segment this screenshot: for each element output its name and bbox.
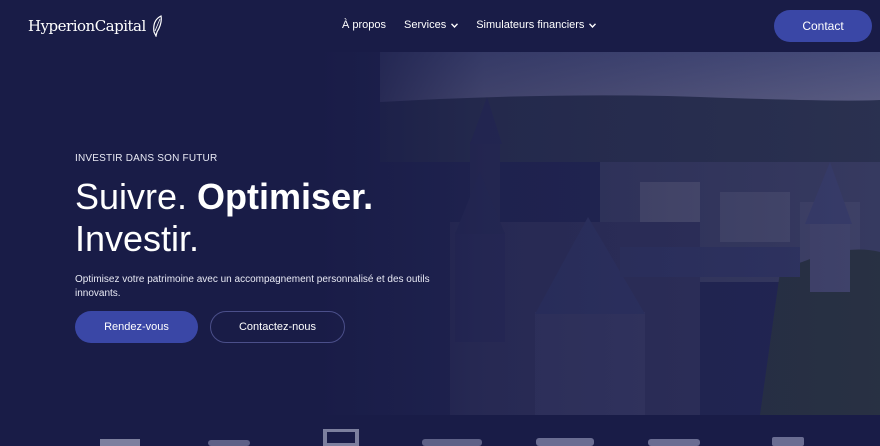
le-point-logo [208,440,250,446]
press-logo-strip [0,415,880,446]
chevron-down-icon [589,22,597,28]
nav-about[interactable]: À propos [342,19,386,31]
hero-section: INVESTIR DANS SON FUTUR Suivre. Optimise… [0,52,880,415]
headline-part2: Investir. [75,218,200,259]
hero-headline: Suivre. Optimiser. Investir. [75,176,373,260]
les-echos-logo [648,439,700,446]
bfm-logo [323,429,359,446]
nav-about-label: À propos [342,19,387,31]
contact-button[interactable]: Contact [774,10,872,42]
headline-part1: Suivre. [75,176,198,217]
brand-logo[interactable]: HyperionCapital [28,15,164,37]
nav-services-label: Services [404,19,447,31]
nav-simulators[interactable]: Simulateurs financiers [476,19,597,31]
navbar: HyperionCapital À propos Services Simula… [0,0,880,52]
headline-bold: Optimiser. [197,176,374,217]
brand-name: HyperionCapital [28,17,146,35]
nav-services[interactable]: Services [404,19,459,31]
contact-us-button[interactable]: Contactez-nous [210,311,345,343]
nav-simulators-label: Simulateurs financiers [476,19,585,31]
chevron-down-icon [451,22,459,28]
appointment-button[interactable]: Rendez-vous [75,311,198,343]
main-nav: À propos Services Simulateurs financiers [342,19,597,31]
hero-subtext: Optimisez votre patrimoine avec un accom… [75,274,430,299]
hero-eyebrow: INVESTIR DANS SON FUTUR [75,153,218,164]
challenges-logo [422,439,482,446]
jdn-logo [772,437,804,446]
le-monde-logo [536,438,594,446]
feather-icon [152,15,162,37]
bmb-logo [100,439,140,446]
